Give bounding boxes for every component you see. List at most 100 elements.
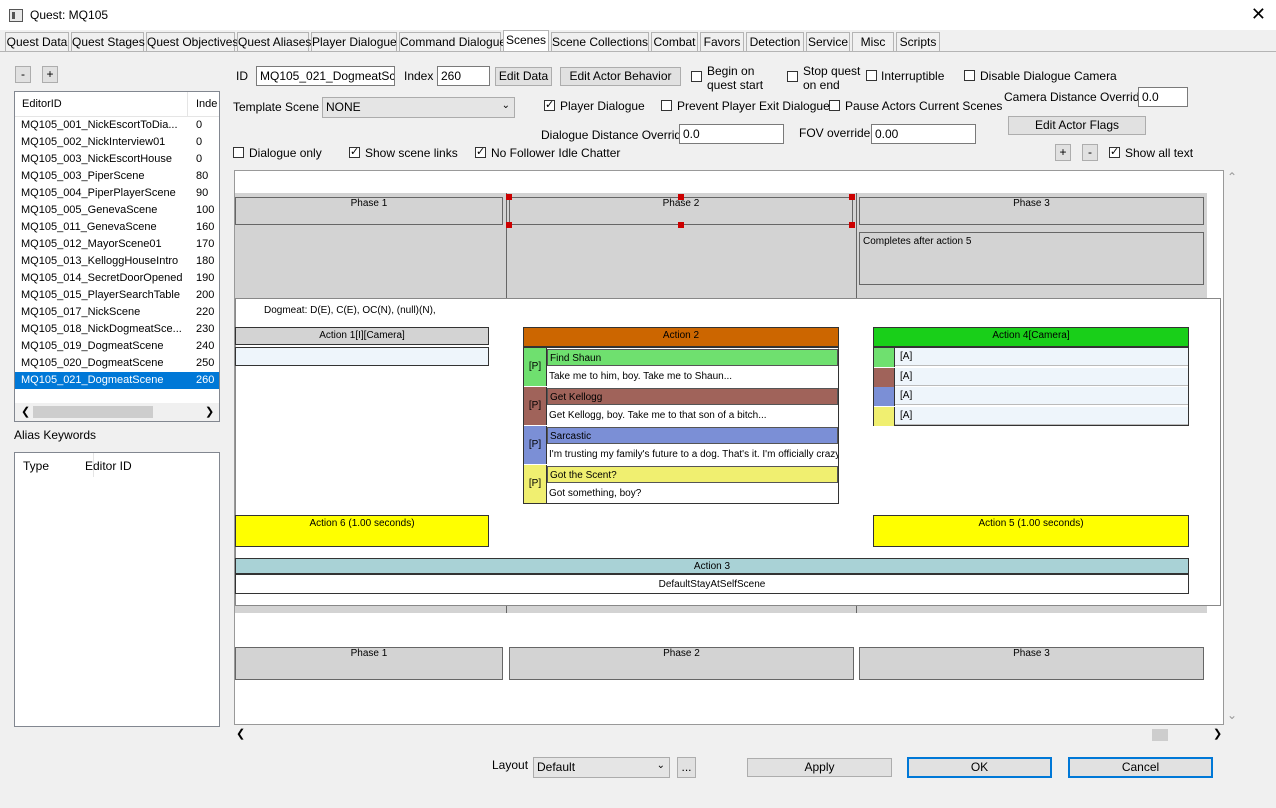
pause-actors-checkbox[interactable] bbox=[829, 100, 840, 111]
scroll-right-icon[interactable]: ❯ bbox=[205, 405, 214, 418]
scene-list-row[interactable]: MQ105_002_NickInterview01 0 bbox=[15, 134, 219, 151]
edit-actor-behavior-button[interactable]: Edit Actor Behavior bbox=[560, 67, 681, 86]
phase-2-bottom[interactable]: Phase 2 bbox=[509, 647, 854, 680]
selection-handle[interactable] bbox=[678, 222, 684, 228]
scene-list-row[interactable]: MQ105_015_PlayerSearchTable 200 bbox=[15, 287, 219, 304]
scroll-left-icon[interactable]: ❮ bbox=[21, 405, 30, 418]
tab-quest-data[interactable]: Quest Data bbox=[5, 32, 69, 51]
action-3-header[interactable]: Action 3 bbox=[235, 558, 1189, 574]
scene-list-hscroll[interactable]: ❮ ❯ bbox=[15, 403, 219, 421]
alias-keyword-list[interactable]: Type Editor ID bbox=[14, 452, 220, 727]
expand-button[interactable]: + bbox=[42, 66, 58, 83]
template-scene-dropdown[interactable]: NONE ⌄ bbox=[322, 97, 515, 118]
action-2-header[interactable]: Action 2 bbox=[523, 327, 839, 347]
camera-override-field[interactable]: 0.0 bbox=[1138, 87, 1188, 107]
tab-player-dialogue[interactable]: Player Dialogue bbox=[311, 32, 397, 51]
phase-2-top[interactable]: Phase 2 bbox=[509, 197, 853, 225]
topic-name[interactable]: Got the Scent? bbox=[547, 466, 838, 483]
dialogue-only-checkbox[interactable] bbox=[233, 147, 244, 158]
col-type[interactable]: Type bbox=[23, 459, 49, 473]
scroll-up-icon[interactable]: ⌃ bbox=[1227, 170, 1237, 184]
cancel-button[interactable]: Cancel bbox=[1068, 757, 1213, 778]
collapse-button[interactable]: - bbox=[15, 66, 31, 83]
action-4-row[interactable]: [A] bbox=[895, 406, 1188, 425]
phase-3-bottom[interactable]: Phase 3 bbox=[859, 647, 1204, 680]
topic-name[interactable]: Get Kellogg bbox=[547, 388, 838, 405]
topic-line[interactable]: Got something, boy? bbox=[547, 484, 838, 503]
tab-quest-objectives[interactable]: Quest Objectives bbox=[146, 32, 238, 51]
scene-list-row[interactable]: MQ105_005_GenevaScene 100 bbox=[15, 202, 219, 219]
tab-combat[interactable]: Combat bbox=[651, 32, 698, 51]
canvas-hscroll[interactable]: ❮ ❯ bbox=[234, 727, 1224, 743]
action-4-header[interactable]: Action 4[Camera] bbox=[873, 327, 1189, 347]
scene-list-row[interactable]: MQ105_014_SecretDoorOpened 190 bbox=[15, 270, 219, 287]
scene-list-row[interactable]: MQ105_011_GenevaScene 160 bbox=[15, 219, 219, 236]
tab-misc[interactable]: Misc bbox=[852, 32, 894, 51]
scene-list-row[interactable]: MQ105_017_NickScene 220 bbox=[15, 304, 219, 321]
scene-list-row[interactable]: MQ105_021_DogmeatScene 260 bbox=[15, 372, 219, 389]
edit-actor-flags-button[interactable]: Edit Actor Flags bbox=[1008, 116, 1146, 135]
phase-1-top[interactable]: Phase 1 bbox=[235, 197, 503, 225]
interruptible-checkbox[interactable] bbox=[866, 70, 877, 81]
no-follower-idle-checkbox[interactable] bbox=[475, 145, 486, 158]
col-editor-id[interactable]: Editor ID bbox=[85, 459, 132, 473]
phase-3-condition[interactable]: Completes after action 5 bbox=[859, 232, 1204, 285]
zoom-in-button[interactable]: + bbox=[1055, 144, 1071, 161]
action-5-block[interactable]: Action 5 (1.00 seconds) bbox=[873, 515, 1189, 547]
index-field[interactable]: 260 bbox=[437, 66, 490, 86]
scene-list[interactable]: EditorID Inde MQ105_001_NickEscortToDia.… bbox=[14, 91, 220, 422]
disable-dialogue-camera-checkbox[interactable] bbox=[964, 70, 975, 81]
action-1-header[interactable]: Action 1[I][Camera] bbox=[235, 327, 489, 345]
action-3-body[interactable]: DefaultStayAtSelfScene bbox=[235, 574, 1189, 594]
scroll-down-icon[interactable]: ⌄ bbox=[1227, 708, 1237, 722]
scene-list-row[interactable]: MQ105_004_PiperPlayerScene 90 bbox=[15, 185, 219, 202]
action-1-body[interactable] bbox=[235, 347, 489, 366]
topic-name[interactable]: Find Shaun bbox=[547, 349, 838, 366]
tab-scenes[interactable]: Scenes bbox=[503, 30, 549, 52]
scene-list-row[interactable]: MQ105_019_DogmeatScene 240 bbox=[15, 338, 219, 355]
scene-list-row[interactable]: MQ105_013_KelloggHouseIntro 180 bbox=[15, 253, 219, 270]
tab-service[interactable]: Service bbox=[806, 32, 850, 51]
scene-list-row[interactable]: MQ105_020_DogmeatScene 250 bbox=[15, 355, 219, 372]
topic-line[interactable]: Get Kellogg, boy. Take me to that son of… bbox=[547, 406, 838, 425]
tab-command-dialogue[interactable]: Command Dialogue bbox=[399, 32, 506, 51]
tab-favors[interactable]: Favors bbox=[700, 32, 744, 51]
edit-data-button[interactable]: Edit Data bbox=[495, 67, 552, 86]
scene-canvas[interactable]: Phase 1 Phase 2 Phase 3 Completes after … bbox=[234, 170, 1224, 725]
selection-handle[interactable] bbox=[506, 222, 512, 228]
tab-quest-aliases[interactable]: Quest Aliases bbox=[237, 32, 311, 51]
selection-handle[interactable] bbox=[506, 194, 512, 200]
col-editorid[interactable]: EditorID bbox=[22, 98, 62, 110]
show-all-text-checkbox[interactable] bbox=[1109, 145, 1120, 158]
tab-scene-collections[interactable]: Scene Collections bbox=[551, 32, 649, 51]
action-4-row[interactable]: [A] bbox=[895, 387, 1188, 405]
apply-button[interactable]: Apply bbox=[747, 758, 892, 777]
action-4-row[interactable]: [A] bbox=[895, 367, 1188, 386]
tab-detection[interactable]: Detection bbox=[746, 32, 804, 51]
layout-more-button[interactable]: ... bbox=[677, 757, 696, 778]
scene-list-row[interactable]: MQ105_018_NickDogmeatSce... 230 bbox=[15, 321, 219, 338]
selection-handle[interactable] bbox=[678, 194, 684, 200]
scene-list-row[interactable]: MQ105_003_PiperScene 80 bbox=[15, 168, 219, 185]
close-icon[interactable]: ✕ bbox=[1251, 4, 1266, 25]
action-4-row[interactable]: [A] bbox=[895, 348, 1188, 366]
phase-1-bottom[interactable]: Phase 1 bbox=[235, 647, 503, 680]
ok-button[interactable]: OK bbox=[907, 757, 1052, 778]
scene-list-row[interactable]: MQ105_012_MayorScene01 170 bbox=[15, 236, 219, 253]
show-scene-links-checkbox[interactable] bbox=[349, 145, 360, 158]
prevent-exit-checkbox[interactable] bbox=[661, 100, 672, 111]
dialogue-distance-field[interactable]: 0.0 bbox=[679, 124, 784, 144]
selection-handle[interactable] bbox=[849, 222, 855, 228]
scroll-left-icon[interactable]: ❮ bbox=[236, 727, 245, 740]
player-dialogue-checkbox[interactable] bbox=[544, 98, 555, 111]
topic-name[interactable]: Sarcastic bbox=[547, 427, 838, 444]
col-index[interactable]: Inde bbox=[196, 98, 217, 110]
scroll-thumb[interactable] bbox=[1152, 729, 1168, 741]
begin-on-start-checkbox[interactable] bbox=[691, 71, 702, 82]
canvas-vscroll[interactable]: ⌃ ⌄ bbox=[1224, 170, 1240, 725]
stop-on-end-checkbox[interactable] bbox=[787, 71, 798, 82]
fov-field[interactable]: 0.00 bbox=[871, 124, 976, 144]
action-6-block[interactable]: Action 6 (1.00 seconds) bbox=[235, 515, 489, 547]
selection-handle[interactable] bbox=[849, 194, 855, 200]
tab-scripts[interactable]: Scripts bbox=[896, 32, 940, 51]
